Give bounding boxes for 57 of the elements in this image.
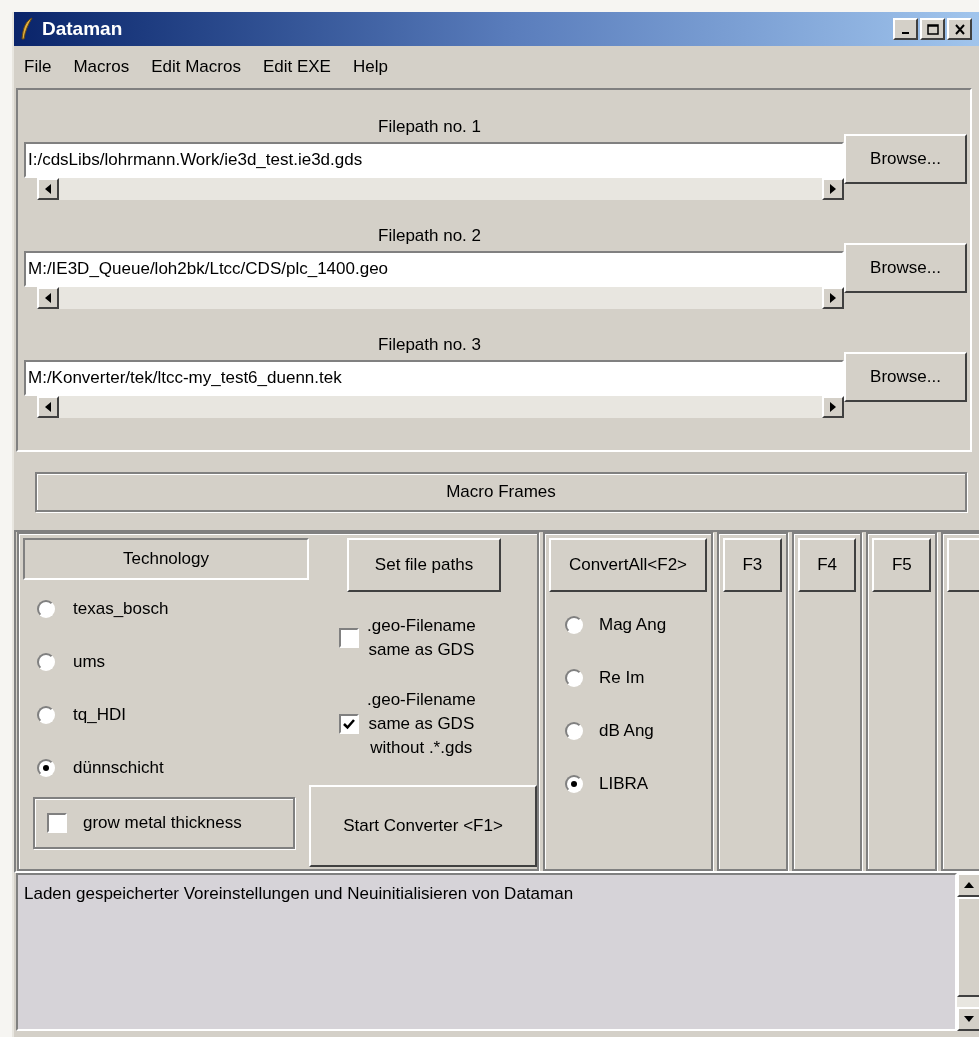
checkbox[interactable] [339,628,359,648]
filepath-field[interactable]: I:/cdsLibs/lohrmann.Work/ie3d_test.ie3d.gds [24,142,844,178]
checkbox[interactable] [339,714,359,734]
maximize-icon[interactable] [920,18,945,40]
log-area[interactable]: Laden gespeicherter Voreinstellungen und Neuinitialisieren von Dataman [16,873,957,1031]
minimize-icon[interactable] [893,18,918,40]
radio-label: tq_HDI [73,704,126,727]
close-icon[interactable] [947,18,972,40]
browse-button[interactable]: Browse... [844,134,967,184]
function-button[interactable]: F5 [872,538,932,592]
horizontal-scrollbar[interactable] [37,396,844,418]
window-title: Dataman [42,16,123,41]
vertical-scrollbar[interactable] [957,873,979,1031]
menu-item[interactable]: File [24,54,52,80]
set-file-paths-button[interactable]: Set file paths [347,538,501,592]
radio-button[interactable] [37,706,55,724]
horizontal-scrollbar[interactable] [37,287,844,309]
radio-button[interactable] [37,759,55,777]
filepath-label: Filepath no. 1 [378,116,481,136]
checkbox-label: grow metal thickness [83,812,242,835]
filepath-label: Filepath no. 3 [378,334,481,354]
horizontal-scrollbar[interactable] [37,178,844,200]
log-text: Laden gespeicherter Voreinstellungen und Neuinitialisieren von Dataman [24,884,574,903]
radio-label: ums [73,651,106,674]
filepath-field[interactable]: M:/IE3D_Queue/loh2bk/Ltcc/CDS/plc_1400.geo [24,251,844,287]
checkbox-label: .geo-Filename same as GDS without .*.gds [367,689,476,759]
checkbox[interactable] [47,813,67,833]
menu-item[interactable]: Edit EXE [262,54,331,80]
start-converter-button[interactable]: Start Converter <F1> [309,785,537,867]
technology-header: Technology [23,538,309,580]
radio-button[interactable] [565,669,583,687]
radio-button[interactable] [565,722,583,740]
radio-label: Mag Ang [599,614,667,637]
scroll-thumb[interactable] [957,897,979,997]
menu-item[interactable]: Edit Macros [151,54,241,80]
macro-frames-bar: Macro Frames [35,472,967,512]
browse-button[interactable]: Browse... [844,352,967,402]
checkbox-label: .geo-Filename same as GDS [367,615,476,661]
radio-button[interactable] [565,775,583,793]
function-button[interactable]: F3 [722,538,782,592]
filepath-label: Filepath no. 2 [378,225,481,245]
menu-item[interactable]: Macros [73,54,130,80]
filepath-field[interactable]: M:/Konverter/tek/ltcc-my_test6_duenn.tek [24,360,844,396]
radio-label: LIBRA [599,773,649,796]
radio-button[interactable] [37,653,55,671]
menu-item[interactable]: Help [352,54,388,80]
radio-label: dB Ang [599,720,654,743]
radio-button[interactable] [37,600,55,618]
function-button[interactable]: F4 [797,538,857,592]
check-icon [343,718,355,730]
radio-button[interactable] [565,616,583,634]
radio-label: dünnschicht [73,757,164,780]
convert-all-button[interactable]: ConvertAll<F2> [549,538,707,592]
feather-icon [20,17,34,41]
radio-label: Re Im [599,667,645,690]
radio-label: texas_bosch [73,598,169,621]
browse-button[interactable]: Browse... [844,243,967,293]
